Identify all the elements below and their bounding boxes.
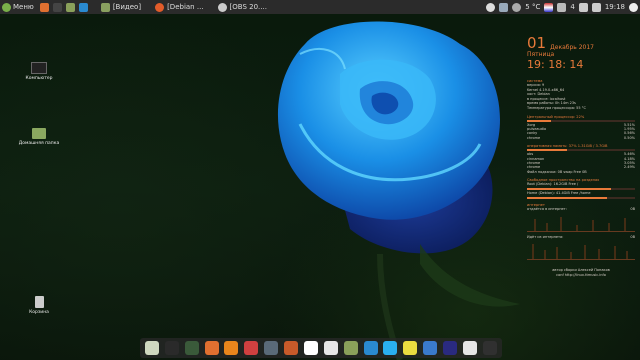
- obs-studio-icon[interactable]: [482, 341, 497, 355]
- mail-launcher-icon[interactable]: [78, 2, 88, 12]
- mail-icon[interactable]: [363, 341, 378, 355]
- obs-icon: [217, 2, 227, 12]
- taskbar-item-label: [Видео]: [112, 3, 142, 11]
- disk-root-bar-fill: [527, 188, 612, 190]
- skype-icon[interactable]: [383, 341, 398, 355]
- menu-label: Меню: [13, 3, 34, 11]
- firefox-launcher-icon[interactable]: [39, 2, 49, 12]
- clock[interactable]: 19:18: [605, 3, 625, 11]
- disk-home-bar: [527, 196, 635, 199]
- conky-month-year: Декабрь 2017: [550, 44, 594, 51]
- net-up-row: отдаётся в интернет: 0B: [527, 206, 635, 211]
- conky-widget: 01 Декабрь 2017 Пятница 19: 18: 14 систе…: [527, 36, 635, 278]
- dock: [140, 338, 502, 358]
- taskbar-item-video[interactable]: [Видео]: [96, 0, 144, 14]
- folder-icon: [32, 128, 46, 139]
- taskbar-item-obs[interactable]: [OBS 20....: [213, 0, 270, 14]
- desktop-icon-label: Корзина: [29, 310, 49, 315]
- chrome-icon: [155, 2, 165, 12]
- menu-icon: [2, 2, 11, 12]
- network-icon[interactable]: [557, 2, 567, 12]
- file-manager-icon[interactable]: [343, 341, 358, 355]
- conky-swap-line: Файл подкачки: 0B swap Free 0B: [527, 169, 587, 174]
- net-down-row: Идёт из интернета: 0B: [527, 235, 635, 239]
- cpu-process-row: chrome 0.50%: [527, 135, 635, 140]
- taskbar-item-label: [OBS 20....: [229, 3, 267, 11]
- dropbox-icon[interactable]: [499, 2, 509, 12]
- desktop-icon-label: Компьютер: [25, 76, 53, 81]
- top-panel: Меню [Видео] [Debian ... [OBS 20.... 5 °…: [0, 0, 640, 14]
- image-viewer-icon[interactable]: [284, 341, 299, 355]
- text-editor-icon[interactable]: [303, 341, 318, 355]
- desktop-icon-computer[interactable]: Компьютер: [14, 62, 64, 81]
- net-down-graph-lines: [532, 244, 628, 260]
- conky-ram-header: оперативная память: 37% 1.31GiB / 3.7GiB: [527, 144, 608, 149]
- hexchat-icon[interactable]: [244, 341, 259, 355]
- conky-time: 19: 18: 14: [527, 58, 584, 71]
- desktop-icon-home[interactable]: Домашняя папка: [14, 128, 64, 146]
- calculator-icon[interactable]: [323, 341, 338, 355]
- conky-cpu-header: Центральный процессор: 22%: [527, 114, 585, 119]
- disk-home-bar-fill: [527, 196, 607, 199]
- media-player-icon[interactable]: [443, 341, 458, 355]
- system-monitor-icon[interactable]: [184, 341, 199, 355]
- power-icon[interactable]: [629, 2, 638, 12]
- system-tray: 5 °C 4 19:18: [484, 0, 640, 14]
- weather-temp[interactable]: 5 °C: [525, 3, 540, 11]
- cpu-usage-bar-fill: [527, 119, 551, 122]
- sound-icon[interactable]: [578, 2, 588, 12]
- desktop-icon-label: Домашняя папка: [18, 141, 60, 146]
- steam-icon[interactable]: [462, 341, 477, 355]
- wifi-icon[interactable]: [591, 2, 601, 12]
- conky-weekday: Пятница: [527, 51, 555, 58]
- vlc-icon[interactable]: [224, 341, 239, 355]
- taskbar-item-label: [Debian ...: [167, 3, 204, 11]
- firefox-icon[interactable]: [204, 341, 219, 355]
- net-down-graph: [527, 241, 635, 261]
- cpu-usage-bar: [527, 119, 635, 122]
- terminal-launcher-icon[interactable]: [52, 2, 62, 12]
- conky-system-line: Температура процессора: 55 °C: [527, 105, 586, 110]
- folder-icon: [100, 2, 110, 12]
- conky-day: 01: [527, 34, 547, 52]
- weather-icon[interactable]: [512, 2, 522, 12]
- net-up-graph: [527, 213, 635, 232]
- chrome-icon[interactable]: [403, 341, 418, 355]
- menu-button[interactable]: Меню: [0, 0, 34, 14]
- terminal-icon[interactable]: [164, 341, 179, 355]
- conky-footer-line: conf http://linux.ttmusic.info: [556, 273, 606, 277]
- show-desktop-icon[interactable]: [144, 341, 159, 355]
- files-launcher-icon[interactable]: [65, 2, 75, 12]
- taskbar-item-debian[interactable]: [Debian ...: [150, 0, 206, 14]
- ram-usage-bar: [527, 149, 635, 152]
- keyboard-layout-flag-icon[interactable]: [544, 2, 554, 12]
- net-up-graph-lines: [534, 217, 626, 231]
- obs-icon[interactable]: [264, 341, 279, 355]
- desktop-icon-trash[interactable]: Корзина: [14, 296, 64, 315]
- trash-icon: [34, 296, 44, 308]
- notification-count[interactable]: 4: [570, 3, 574, 11]
- disk-label: Root (Debian): 16.2GiB Free /: [527, 182, 579, 187]
- computer-icon: [31, 62, 47, 74]
- obs-tray-icon[interactable]: [486, 2, 496, 12]
- disk-root-bar: [527, 188, 635, 190]
- ram-usage-bar-fill: [527, 149, 567, 152]
- disk-label: Home (Debian): 41.4GiB Free /home: [527, 191, 591, 195]
- thunderbird-icon[interactable]: [423, 341, 438, 355]
